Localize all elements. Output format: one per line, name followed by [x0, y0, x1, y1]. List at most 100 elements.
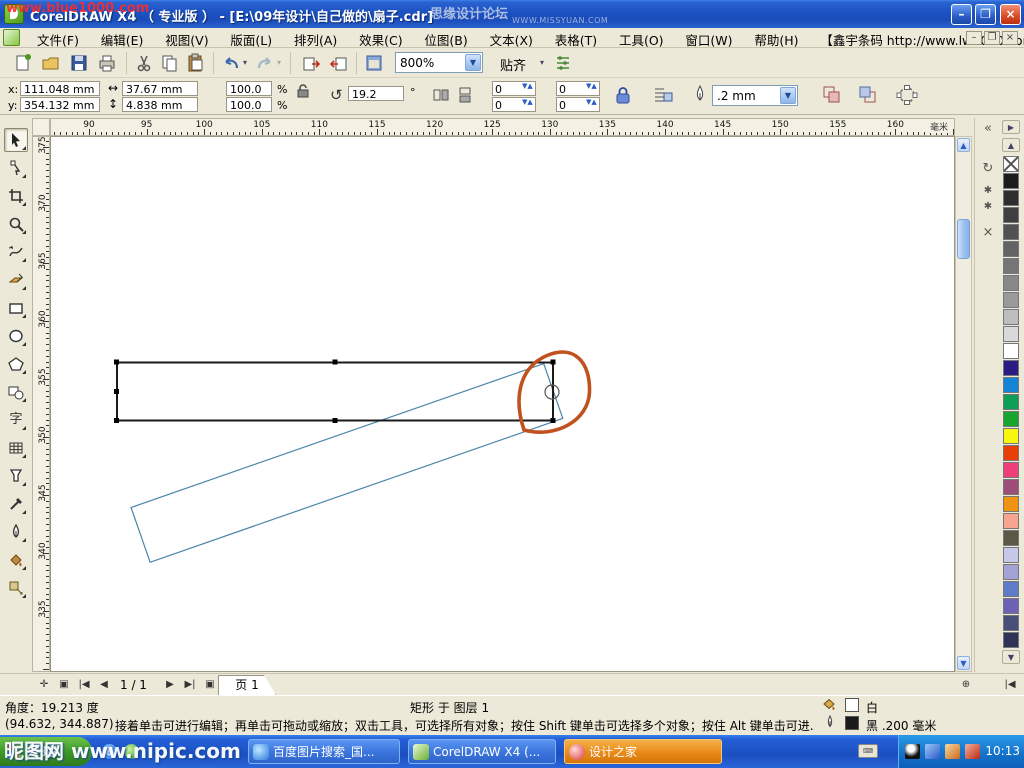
- swatch-no-color[interactable]: [1003, 156, 1019, 172]
- tool-pick[interactable]: [4, 128, 28, 152]
- tool-table[interactable]: [4, 436, 28, 460]
- outline-width-dropdown-icon[interactable]: ▼: [780, 87, 796, 104]
- palette-scroll-up-icon[interactable]: ▲: [1002, 138, 1020, 152]
- color-swatch[interactable]: [1003, 207, 1019, 223]
- tool-interactive-fill[interactable]: [4, 576, 28, 600]
- color-swatch[interactable]: [1003, 275, 1019, 291]
- redo-icon[interactable]: [254, 52, 276, 74]
- color-swatch[interactable]: [1003, 564, 1019, 580]
- pan-origin-icon[interactable]: ✛: [36, 677, 52, 693]
- minimize-button[interactable]: –: [951, 4, 972, 25]
- palette-first-icon[interactable]: |◀: [1002, 677, 1018, 693]
- page-tab[interactable]: 页 1: [218, 675, 276, 695]
- rotation-angle-field[interactable]: 19.2: [348, 86, 404, 101]
- to-front-icon[interactable]: [858, 85, 878, 105]
- transformation-skew-icon[interactable]: ✱: [979, 198, 997, 216]
- color-swatch[interactable]: [1003, 377, 1019, 393]
- corner-left-spin-icons[interactable]: ▼▲: [522, 83, 533, 90]
- zoom-combo-dropdown-icon[interactable]: ▼: [465, 54, 481, 71]
- next-page-icon[interactable]: ▶: [162, 677, 178, 693]
- color-swatch[interactable]: [1003, 411, 1019, 427]
- color-swatch[interactable]: [1003, 241, 1019, 257]
- tool-outline-pen[interactable]: [4, 520, 28, 544]
- mirror-horizontal-icon[interactable]: [432, 86, 450, 104]
- tool-text[interactable]: 字: [4, 408, 28, 432]
- wrap-text-icon[interactable]: [652, 85, 674, 107]
- color-swatch[interactable]: [1003, 326, 1019, 342]
- scroll-up-icon[interactable]: ▲: [957, 138, 970, 152]
- y-position-field[interactable]: 354.132 mm: [20, 97, 100, 112]
- cut-icon[interactable]: [133, 52, 155, 74]
- undo-icon[interactable]: [220, 52, 242, 74]
- tray-app-icon[interactable]: [965, 744, 980, 759]
- tool-zoom[interactable]: [4, 212, 28, 236]
- scale-y-field[interactable]: 100.0: [226, 97, 272, 112]
- vertical-scroll-thumb[interactable]: [957, 219, 970, 259]
- color-swatch[interactable]: [1003, 343, 1019, 359]
- edit-corners-lock-icon[interactable]: [614, 86, 632, 106]
- x-position-field[interactable]: 111.048 mm: [20, 81, 100, 96]
- scale-x-field[interactable]: 100.0: [226, 81, 272, 96]
- color-swatch[interactable]: [1003, 394, 1019, 410]
- last-page-icon[interactable]: ▶|: [182, 677, 198, 693]
- tray-volume-icon[interactable]: [945, 744, 960, 759]
- mirror-vertical-icon[interactable]: [456, 86, 474, 104]
- restore-button[interactable]: ❐: [975, 4, 996, 25]
- color-swatch[interactable]: [1003, 360, 1019, 376]
- vertical-scrollbar[interactable]: ▲ ▼: [955, 136, 972, 672]
- color-swatch[interactable]: [1003, 530, 1019, 546]
- tool-basic-shapes[interactable]: [4, 380, 28, 404]
- add-page-before-icon[interactable]: ▣: [56, 677, 72, 693]
- doc-close-button[interactable]: ×: [1002, 31, 1018, 45]
- first-page-icon[interactable]: |◀: [76, 677, 92, 693]
- tool-crop[interactable]: [4, 184, 28, 208]
- horizontal-ruler[interactable]: 9095100105110115120125130135140145150155…: [50, 118, 955, 136]
- tool-smart-fill[interactable]: [4, 268, 28, 292]
- add-page-after-icon[interactable]: ▣: [202, 677, 218, 693]
- task-coreldraw[interactable]: CorelDRAW X4 (...: [408, 739, 556, 764]
- tool-eyedropper[interactable]: [4, 492, 28, 516]
- color-swatch[interactable]: [1003, 462, 1019, 478]
- tool-rectangle[interactable]: [4, 296, 28, 320]
- width-field[interactable]: 37.67 mm: [122, 81, 198, 96]
- color-swatch[interactable]: [1003, 190, 1019, 206]
- snap-dropdown-icon[interactable]: ▾: [540, 58, 544, 67]
- color-swatch[interactable]: [1003, 173, 1019, 189]
- transformation-rotate-icon[interactable]: ↻: [979, 160, 997, 178]
- color-swatch[interactable]: [1003, 309, 1019, 325]
- convert-to-curves-icon[interactable]: [896, 84, 918, 106]
- palette-flyout-icon[interactable]: ▶: [1002, 120, 1020, 134]
- doc-minimize-button[interactable]: –: [966, 31, 982, 45]
- tool-polygon[interactable]: [4, 352, 28, 376]
- copy-icon[interactable]: [159, 52, 181, 74]
- collapse-docker-icon[interactable]: «: [979, 120, 997, 138]
- application-launcher-icon[interactable]: [363, 52, 385, 74]
- outline-width-combo[interactable]: .2 mm ▼: [712, 85, 798, 106]
- import-icon[interactable]: [300, 52, 322, 74]
- open-icon[interactable]: [40, 52, 62, 74]
- scale-lock-icon[interactable]: [296, 84, 310, 98]
- docker-close-icon[interactable]: ×: [979, 224, 997, 242]
- vertical-ruler[interactable]: 375370365360355350345340335: [32, 136, 50, 672]
- zoom-fit-icon[interactable]: ⊕: [958, 677, 974, 693]
- print-icon[interactable]: [96, 52, 118, 74]
- tool-ellipse[interactable]: [4, 324, 28, 348]
- export-icon[interactable]: [328, 52, 350, 74]
- undo-dropdown-icon[interactable]: ▾: [243, 58, 247, 67]
- drawing-canvas[interactable]: [50, 136, 955, 672]
- tool-shape[interactable]: [4, 156, 28, 180]
- tool-freehand[interactable]: [4, 240, 28, 264]
- corner-right2-spin-icons[interactable]: ▼▲: [586, 99, 597, 106]
- snap-to-button[interactable]: 贴齐: [500, 55, 526, 74]
- new-document-icon[interactable]: [12, 52, 34, 74]
- color-swatch[interactable]: [1003, 292, 1019, 308]
- color-swatch[interactable]: [1003, 547, 1019, 563]
- selection-handles[interactable]: [114, 360, 556, 424]
- tray-qq-icon[interactable]: [905, 744, 920, 759]
- color-swatch[interactable]: [1003, 581, 1019, 597]
- selected-rectangle[interactable]: [117, 363, 553, 421]
- color-swatch[interactable]: [1003, 428, 1019, 444]
- corner-left2-spin-icons[interactable]: ▼▲: [522, 99, 533, 106]
- previous-page-icon[interactable]: ◀: [96, 677, 112, 693]
- color-swatch[interactable]: [1003, 513, 1019, 529]
